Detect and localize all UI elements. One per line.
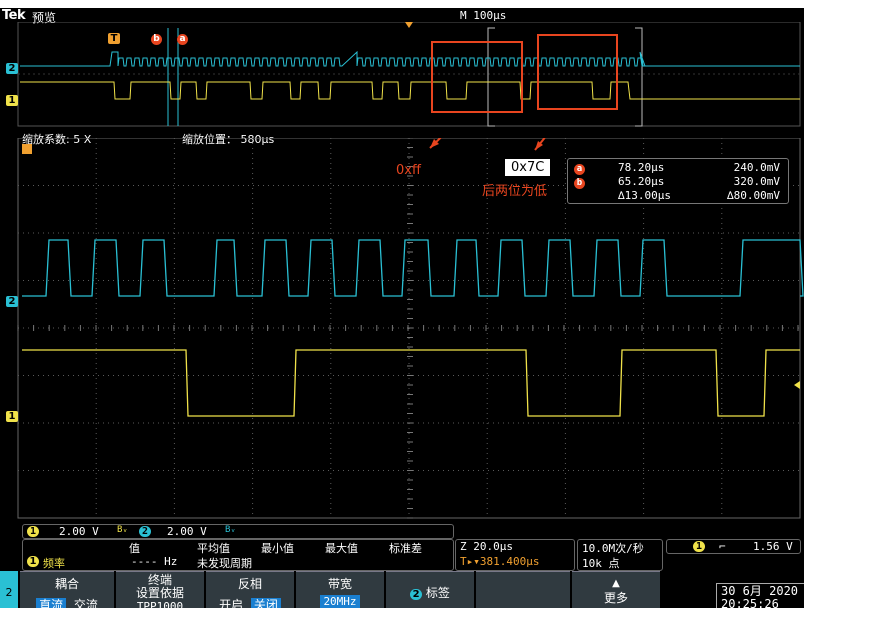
datetime-display: 30 6月 2020 20:25:26 — [716, 583, 804, 608]
trigger-level: 1.56 V — [753, 540, 793, 553]
ch2-marker: 2 — [6, 289, 18, 308]
meas-name: 频率 — [43, 557, 65, 570]
invert-title: 反相 — [237, 577, 262, 591]
cursor-a-volt: 240.0mV — [733, 161, 780, 174]
ch1-overview-trace — [20, 81, 800, 100]
ch2-overview-marker: 2 — [6, 56, 18, 75]
ch1-scale: 2.00 V — [59, 525, 99, 538]
zoom-scale: Z 20.0µs — [460, 540, 513, 553]
cursor-b-icon: b — [574, 178, 585, 189]
cursor-b-volt: 320.0mV — [733, 175, 780, 188]
annotation-note-right: 后两位为低 — [482, 184, 548, 199]
ch1-badge: 1 — [27, 526, 39, 537]
ch1-overview-marker: 1 — [6, 88, 18, 107]
trigger-level-marker — [794, 381, 800, 389]
coupling-dc[interactable]: 直流 — [36, 598, 67, 608]
meas-note: 未发现周期 — [197, 557, 252, 570]
ch2-overview-trace — [20, 50, 800, 67]
sample-rate: 10.0M次/秒 — [582, 542, 644, 555]
more-label: 更多 — [603, 591, 628, 605]
termination-probe: TPP1000 — [136, 600, 184, 608]
measurement-panel[interactable]: 值 平均值 最小值 最大值 标准差 1 频率 ---- Hz 未发现周期 — [22, 539, 454, 571]
label-button[interactable]: 2 标签 — [386, 571, 474, 608]
coupling-ac[interactable]: 交流 — [74, 598, 98, 608]
termination-button[interactable]: 终端 设置依据 TPP1000 — [116, 571, 204, 608]
more-up-icon: ▲ — [612, 578, 620, 589]
zoom-bracket-right — [635, 27, 643, 127]
bandwidth-value: 20MHz — [320, 595, 360, 608]
ch2-bandwidth-limit-icon: Bᵥ — [225, 525, 236, 535]
trigger-slope-icon: ⌐ — [719, 540, 726, 553]
trigger-position-marker — [405, 22, 413, 28]
meas-value: ---- Hz — [131, 555, 178, 568]
timebase-label: M 100µs — [460, 9, 507, 22]
more-button[interactable]: ▲ 更多 — [572, 571, 660, 608]
label-ch-badge: 2 — [410, 589, 423, 600]
label-title: 标签 — [425, 586, 450, 600]
bottom-panel: 1 2.00 V Bᵥ 2 2.00 V Bᵥ 值 平均值 最小值 最大值 标准… — [0, 521, 804, 608]
trigger-panel[interactable]: 1 ⌐ 1.56 V — [666, 539, 801, 554]
zoom-time-panel[interactable]: Z 20.0µs T▸▾381.400µs — [455, 539, 575, 571]
cursor-b-marker[interactable]: b — [151, 26, 162, 45]
ch2-waveform — [22, 239, 804, 297]
invert-on[interactable]: 开启 — [219, 598, 243, 608]
channel-scale-bar[interactable]: 1 2.00 V Bᵥ 2 2.00 V Bᵥ — [22, 524, 454, 539]
annotation-value-left: 0xff — [396, 163, 421, 178]
coupling-button[interactable]: 耦合 直流 交流 — [20, 571, 114, 608]
trigger-marker: T — [108, 26, 120, 45]
meas-header-mean: 平均值 — [197, 542, 230, 555]
menu-empty-slot — [476, 571, 570, 608]
record-length: 10k 点 — [582, 557, 620, 570]
ch1-waveform — [22, 349, 800, 417]
trigger-position: T▸▾381.400µs — [460, 555, 540, 568]
meas-header-max: 最大值 — [325, 542, 358, 555]
invert-button[interactable]: 反相 开启 关闭 — [206, 571, 294, 608]
brand-logo: Tek — [2, 8, 26, 23]
invert-off[interactable]: 关闭 — [250, 598, 281, 608]
bandwidth-title: 带宽 — [327, 577, 352, 591]
bandwidth-button[interactable]: 带宽 20MHz — [296, 571, 384, 608]
meas-header-value: 值 — [129, 542, 140, 555]
termination-sub: 设置依据 — [135, 586, 184, 600]
ch2-badge: 2 — [139, 526, 151, 537]
cursor-a-marker[interactable]: a — [177, 26, 188, 45]
ch1-marker: 1 — [6, 404, 18, 423]
cursor-a-time: 78.20µs — [618, 161, 665, 174]
cursor-readout: a 78.20µs 240.0mV b 65.20µs 320.0mV ∆13.… — [567, 158, 789, 204]
cursor-a-icon: a — [574, 164, 585, 175]
oscilloscope-screen: Tek 预览 M 100µs T b a 2 1 缩放系数: 5 X 缩放位置：… — [0, 8, 804, 608]
meas-ch-badge: 1 — [27, 556, 39, 567]
time: 20:25:26 — [721, 597, 779, 609]
meas-header-min: 最小值 — [261, 542, 294, 555]
annotation-value-right: 0x7C — [504, 158, 552, 177]
highlight-box-right — [537, 34, 618, 110]
ch1-bandwidth-limit-icon: Bᵥ — [117, 525, 128, 535]
highlight-box-left — [431, 41, 523, 113]
cursor-delta-volt: ∆80.00mV — [727, 189, 780, 202]
cursor-delta-time: ∆13.00µs — [618, 189, 671, 202]
main-trigger-marker — [22, 144, 32, 154]
acquisition-panel[interactable]: 10.0M次/秒 10k 点 — [577, 539, 663, 571]
menu-channel-tab[interactable]: 2 — [0, 571, 18, 608]
overview-waveform-area — [17, 22, 801, 127]
coupling-title: 耦合 — [54, 577, 79, 591]
meas-header-stddev: 标准差 — [389, 542, 422, 555]
ch2-scale: 2.00 V — [167, 525, 207, 538]
trigger-ch-badge: 1 — [693, 541, 705, 552]
cursor-b-time: 65.20µs — [618, 175, 665, 188]
